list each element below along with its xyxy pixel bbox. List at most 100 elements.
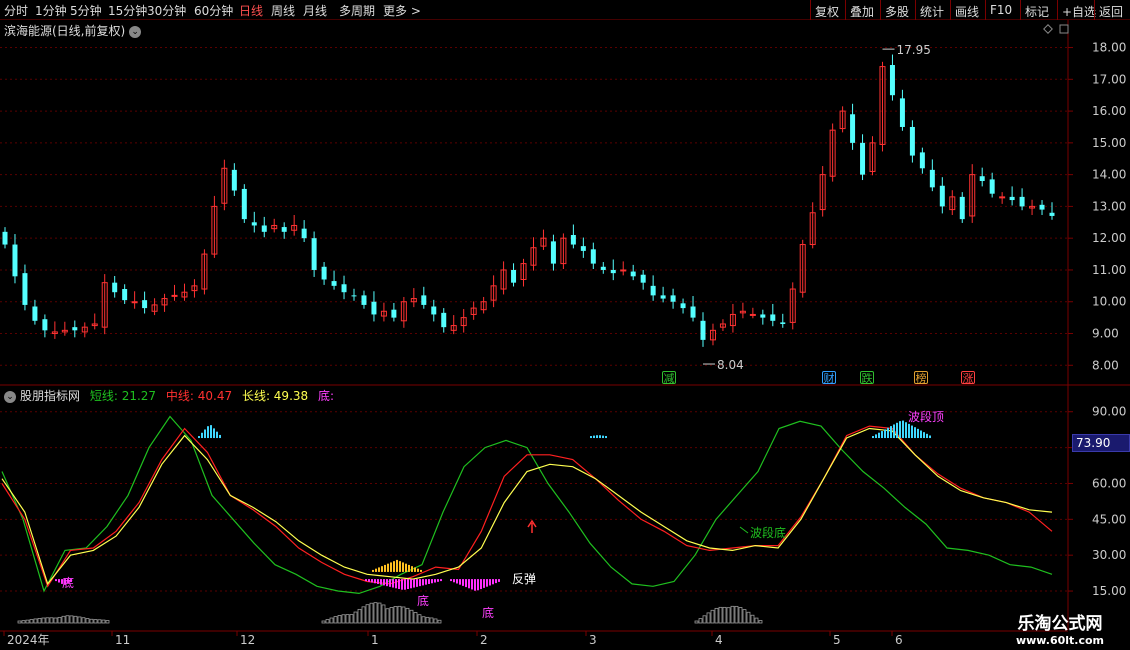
histogram-bar: [746, 611, 751, 624]
event-tag-0[interactable]: 减: [662, 371, 676, 385]
histogram-bar: [97, 619, 102, 624]
wave-bottom-label: 波段底: [750, 525, 786, 540]
bottom-bar-magenta: [416, 579, 418, 587]
toolbar-button-6[interactable]: 标记: [1020, 0, 1053, 20]
bottom-bar-magenta: [419, 579, 421, 587]
date-axis: 2024年 11 12 1 2 3 4 5 6: [0, 630, 1068, 647]
series-line-0: [1, 415, 1053, 595]
bottom-bar-magenta: [401, 579, 403, 590]
candle-body-up: [620, 269, 627, 272]
toolbar-button-0[interactable]: 复权: [810, 0, 843, 20]
bottom-bar-magenta: [380, 579, 382, 585]
wave-bar-yellow: [396, 559, 398, 572]
candle-body-down: [889, 65, 895, 96]
candle-body-down: [899, 98, 905, 127]
diamond-icon: [1043, 24, 1053, 34]
top-bar-cyan: [902, 420, 904, 439]
histogram-bar: [41, 617, 46, 624]
event-tag-1[interactable]: 财: [822, 371, 836, 385]
event-tag-4[interactable]: 涨: [961, 371, 975, 385]
toolbar-button-2[interactable]: 多股: [880, 0, 913, 20]
histogram-bar: [750, 614, 755, 624]
candle-body-down: [351, 295, 357, 297]
candle-body-down: [690, 306, 696, 318]
histogram-bar: [405, 607, 410, 624]
toolbar-button-1[interactable]: 叠加: [845, 0, 878, 20]
wave-bar-yellow: [399, 561, 401, 572]
bottom-bar-magenta: [392, 579, 394, 588]
histogram-bar: [698, 618, 703, 624]
rebound-label: 反弹: [512, 572, 536, 586]
top-bar-cyan: [917, 428, 919, 439]
period-tab-1[interactable]: 1分钟: [35, 2, 67, 19]
toolbar-button-4[interactable]: 画线: [950, 0, 983, 20]
period-tab-0[interactable]: 分时: [4, 2, 28, 19]
histogram-bar: [349, 614, 354, 624]
bottom-bar-magenta: [386, 579, 388, 587]
candle-body-down: [311, 238, 317, 270]
histogram-bar: [710, 609, 715, 624]
bottom-bar-magenta: [489, 579, 491, 586]
bottom-bar-magenta: [453, 579, 455, 583]
candle-body-down: [511, 269, 517, 283]
histogram-bar: [353, 611, 358, 624]
candle-body-down: [919, 152, 925, 169]
indicator-chart[interactable]: 波段顶波段底反弹底底底 90.0075.0060.0045.0030.0015.…: [0, 385, 1130, 630]
x-tick-label: 2: [480, 633, 488, 647]
period-tab-10[interactable]: 更多 >: [383, 2, 421, 19]
wave-bar-yellow: [384, 564, 386, 572]
candle-body-down: [929, 169, 935, 188]
candle-body-down: [959, 196, 965, 220]
histogram-bar: [81, 617, 86, 624]
histogram-bar: [429, 617, 434, 624]
candle-body-up: [999, 196, 1006, 199]
top-bar-cyan: [201, 432, 203, 439]
histogram-bar: [718, 606, 723, 624]
period-tab-3[interactable]: 15分钟: [108, 2, 147, 19]
price-tick-label: 10.00: [1092, 295, 1126, 309]
period-tab-5[interactable]: 60分钟: [194, 2, 233, 19]
histogram-bar: [417, 614, 422, 624]
histogram-bar: [694, 620, 699, 624]
series-line-1: [1, 425, 1053, 588]
candle-body-down: [610, 269, 616, 274]
histogram-bar: [325, 619, 330, 624]
candle-body-down: [670, 295, 676, 302]
candlestick-chart[interactable]: 17.95 8.04 18.00 17.00 16.00 15.00 14.00 13.00…: [0, 20, 1130, 405]
bottom-bar-magenta: [407, 579, 409, 590]
top-bar-cyan: [602, 435, 604, 439]
bottom-bar-magenta: [365, 579, 367, 582]
candle-body-down: [2, 231, 8, 245]
period-toolbar: 分时 1分钟 5分钟 15分钟 30分钟 60分钟 日线 周线 月线 多周期 更多 > 复权 叠加 多股…: [0, 0, 1130, 20]
price-tick-label: 16.00: [1092, 104, 1126, 118]
period-tab-7[interactable]: 周线: [271, 2, 295, 19]
period-tab-9[interactable]: 多周期: [339, 2, 375, 19]
period-tab-2[interactable]: 5分钟: [70, 2, 102, 19]
candle-body-down: [32, 306, 38, 321]
x-tick-label: 3: [589, 633, 597, 647]
period-tab-6[interactable]: 日线: [239, 2, 263, 19]
histogram-bar: [329, 617, 334, 624]
period-tab-4[interactable]: 30分钟: [147, 2, 186, 19]
toolbar-button-3[interactable]: 统计: [915, 0, 948, 20]
wave-bar-yellow: [378, 567, 380, 572]
wave-bar-yellow: [414, 567, 416, 572]
event-tag-3[interactable]: 榜: [914, 371, 928, 385]
price-tick-label: 14.00: [1092, 168, 1126, 182]
histogram-bar: [49, 617, 54, 624]
candle-body-up: [749, 313, 756, 316]
period-tab-8[interactable]: 月线: [303, 2, 327, 19]
top-bar-cyan: [893, 424, 895, 439]
histogram-bar: [722, 606, 727, 624]
top-bar-cyan: [207, 426, 209, 439]
top-bar-cyan: [216, 431, 218, 439]
histogram-bar: [105, 620, 110, 624]
toolbar-button-5[interactable]: F10: [985, 0, 1016, 20]
histogram-bar: [357, 608, 362, 624]
bottom-bar-magenta: [465, 579, 467, 588]
histogram-bar: [421, 616, 426, 624]
wave-bar-yellow: [375, 568, 377, 572]
bottom-bar-magenta: [468, 579, 470, 589]
event-tag-2[interactable]: 跌: [860, 371, 874, 385]
toolbar-button-8[interactable]: 返回: [1094, 0, 1127, 20]
